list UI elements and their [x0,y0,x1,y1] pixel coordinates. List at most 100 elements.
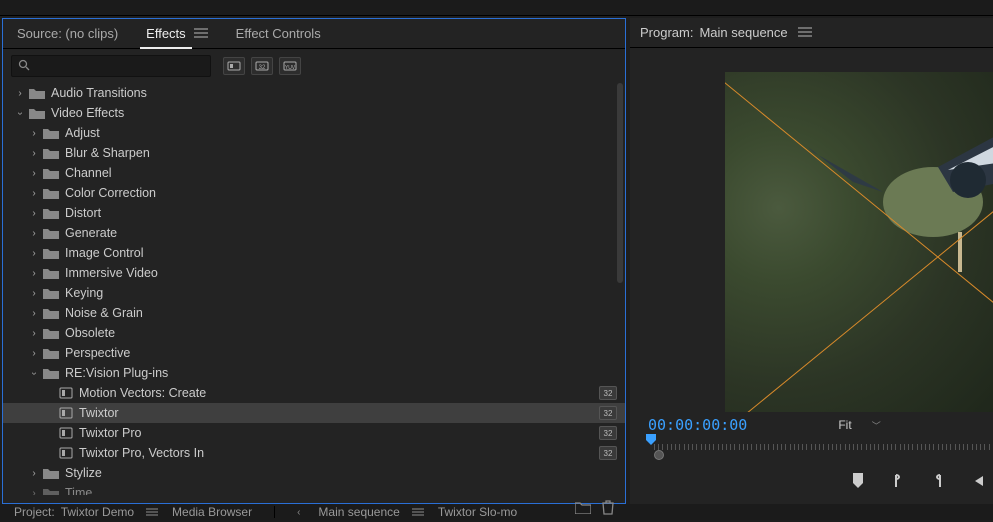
folder-icon [29,87,45,99]
tab-media-browser[interactable]: Media Browser [172,505,252,519]
tree-item-label: Image Control [65,246,625,260]
chevron-right-icon: › [29,268,39,279]
tree-category[interactable]: › Immersive Video [3,263,625,283]
safe-margins-overlay [725,72,993,412]
effects-panel: Source: (no clips) Effects Effect Contro… [2,18,626,504]
tree-category[interactable]: ›Color Correction [3,183,625,203]
effects-tree: › Audio Transitions › Video Effects ›Adj… [3,83,625,495]
new-bin-icon[interactable] [575,500,591,517]
bottom-tab-strip: Project: Twixtor Demo Media Browser ‹ Ma… [0,504,993,520]
transport-info-row: 00:00:00:00 Fit ﹀ [630,412,993,438]
fit-label: Fit [838,418,851,432]
video-frame [725,72,993,412]
tree-category[interactable]: ›Time [3,483,625,495]
monitor-viewport [725,72,993,412]
playhead-timecode[interactable]: 00:00:00:00 [648,416,747,434]
search-input[interactable] [34,59,204,73]
tree-category[interactable]: › Perspective [3,343,625,363]
folder-icon [43,467,59,479]
tree-category[interactable]: › Stylize [3,463,625,483]
program-monitor[interactable]: 00:00:00:00 Fit ﹀ /*ticks generated belo… [630,48,993,504]
tree-category[interactable]: ›Keying [3,283,625,303]
tree-item-label: Audio Transitions [51,86,625,100]
filter-32bit[interactable]: 32 [251,57,273,75]
tree-category[interactable]: ›Obsolete [3,323,625,343]
add-marker-button[interactable] [847,470,869,492]
tab-effect-controls[interactable]: Effect Controls [222,19,335,49]
tab-effects[interactable]: Effects [132,19,200,49]
tree-item-label: Immersive Video [65,266,625,280]
tab-project[interactable]: Project: Twixtor Demo [14,505,158,519]
source-panel-tabs: Source: (no clips) Effects Effect Contro… [3,19,625,49]
folder-icon [43,187,59,199]
sequence-name: Main sequence [318,505,399,519]
preset-icon [59,447,73,459]
tree-audio-transitions[interactable]: › Audio Transitions [3,83,625,103]
trash-icon[interactable] [601,499,615,518]
effect-twixtor[interactable]: Twixtor 32 [3,403,625,423]
tree-video-effects[interactable]: › Video Effects [3,103,625,123]
tree-category[interactable]: ›Channel [3,163,625,183]
tree-item-label: Video Effects [51,106,625,120]
panel-menu-icon[interactable] [146,505,158,519]
chevron-right-icon: › [29,208,39,219]
chevron-down-icon: ﹀ [872,419,881,432]
panel-menu-icon[interactable] [798,25,812,40]
filter-icons: 32 YUV [223,57,301,75]
divider [274,506,275,518]
folder-icon [43,307,59,319]
folder-icon [43,487,59,495]
tree-item-label: Keying [65,286,625,300]
program-title-name: Main sequence [699,25,787,40]
chevron-right-icon: › [29,308,39,319]
mark-out-button[interactable] [927,470,949,492]
program-title-prefix: Program: [640,25,693,40]
tree-item-label: Motion Vectors: Create [79,386,599,400]
effect-twixtor-pro-vectors[interactable]: Twixtor Pro, Vectors In 32 [3,443,625,463]
zoom-handle[interactable] [654,450,664,460]
transport-controls [847,466,993,496]
folder-icon [43,227,59,239]
tree-category[interactable]: ›Distort [3,203,625,223]
tree-category[interactable]: ›Adjust [3,123,625,143]
zoom-fit-dropdown[interactable]: Fit ﹀ [830,416,888,434]
search-icon [18,59,30,74]
filter-yuv[interactable]: YUV [279,57,301,75]
preset-icon [59,407,73,419]
go-to-in-button[interactable] [967,470,989,492]
tree-item-label: Perspective [65,346,625,360]
chevron-right-icon: › [29,468,39,479]
badge-32bit: 32 [599,406,617,420]
chevron-left-icon[interactable]: ‹ [297,507,300,518]
tree-category[interactable]: ›Image Control [3,243,625,263]
tab-twixtor-slomo[interactable]: Twixtor Slo-mo [438,505,517,519]
badge-32bit: 32 [599,446,617,460]
chevron-right-icon: › [29,328,39,339]
chevron-right-icon: › [29,348,39,359]
tab-source[interactable]: Source: (no clips) [3,19,132,49]
mini-timeline[interactable]: /*ticks generated below but keep static*… [642,440,993,458]
effect-motion-vectors[interactable]: Motion Vectors: Create 32 [3,383,625,403]
effect-twixtor-pro[interactable]: Twixtor Pro 32 [3,423,625,443]
mark-in-button[interactable] [887,470,909,492]
tree-item-label: Time [65,486,625,495]
tree-category[interactable]: ›Noise & Grain [3,303,625,323]
folder-icon [43,147,59,159]
filter-accelerated-fx[interactable] [223,57,245,75]
tree-category[interactable]: ›Generate [3,223,625,243]
top-menu-strip [0,0,993,16]
tree-category[interactable]: ›Blur & Sharpen [3,143,625,163]
program-panel: Program: Main sequence [630,18,993,504]
chevron-down-icon: › [15,108,26,118]
tree-item-label: RE:Vision Plug-ins [65,366,625,380]
panel-menu-icon[interactable] [412,505,424,519]
tree-item-label: Twixtor Pro, Vectors In [79,446,599,460]
tree-revision-plugins[interactable]: › RE:Vision Plug-ins [3,363,625,383]
tree-item-label: Stylize [65,466,625,480]
tree-scrollbar[interactable] [617,83,623,283]
tab-main-sequence[interactable]: Main sequence [318,505,423,519]
chevron-right-icon: › [29,228,39,239]
folder-icon [29,107,45,119]
effects-search-box[interactable] [11,55,211,77]
preset-icon [59,387,73,399]
